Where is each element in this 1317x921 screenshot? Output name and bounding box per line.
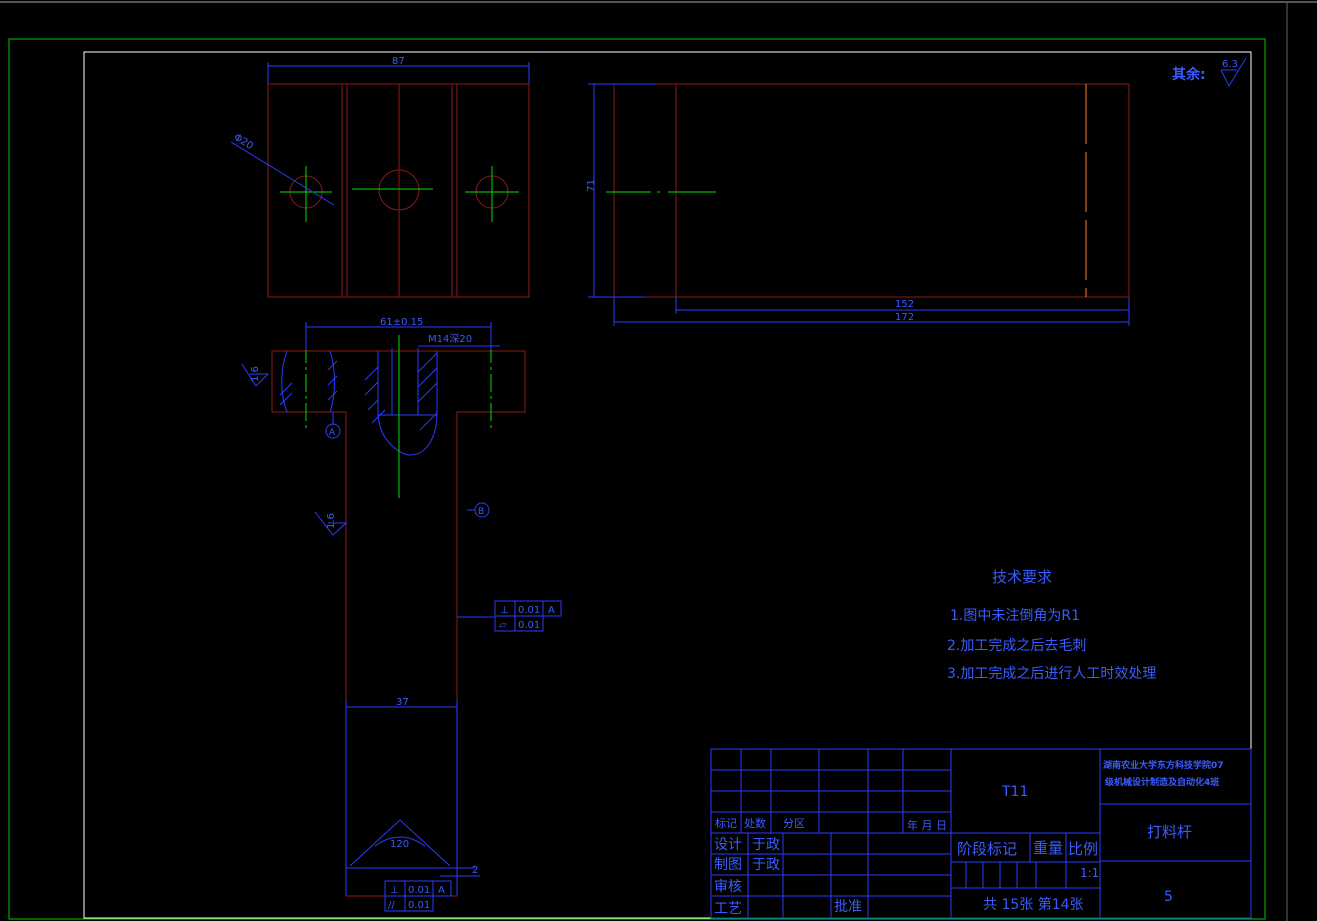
dim-len-172: 172 [895,312,914,323]
datum-b-symbol: B [474,502,490,518]
gdt1-row2-sym: ▱ [499,620,507,631]
tb-review-label: 审核 [714,879,742,895]
tech-req-item-3: 3.加工完成之后进行人工时效处理 [947,666,1156,682]
tb-sheets: 共 15张 第14张 [983,896,1084,913]
side-view [613,83,1130,298]
front-view-centerlines [305,335,492,498]
tb-code: T11 [1001,784,1028,800]
tb-part-name: 打料杆 [1147,823,1192,841]
gdt2-row2-val: 0.01 [408,900,430,911]
gdt2-row1-ref: A [438,885,445,896]
dim-len-152: 152 [895,299,914,310]
tb-weight-label: 重量 [1033,839,1063,857]
tb-header-date: 年 月 日 [907,818,947,832]
cad-drawing-canvas: 87 Φ20 71 152 172 61±0.15 M14深20 37 120 … [0,1,1317,921]
gdt1-row1-ref: A [548,605,555,616]
tb-scale-label: 比例 [1068,840,1098,858]
outer-border [8,38,1266,920]
tb-school-line1: 湖南农业大学东方科技学院07 [1103,759,1224,771]
tb-scale-value: 1:1 [1080,866,1099,880]
tb-design-label: 设计 [714,837,742,853]
tb-sheet-no: 5 [1164,889,1173,905]
dim-thread: M14深20 [428,333,472,345]
tb-header-count: 处数 [744,817,766,830]
tb-draw-label: 制图 [714,857,742,873]
roughness-value-2: 1.6 [326,513,337,529]
tb-approve-label: 批准 [834,899,862,915]
svg-text:B: B [478,507,484,517]
drawing-frame [83,51,1252,919]
dim-61: 61±0.15 [380,317,423,328]
gdt1-row1-val: 0.01 [518,605,540,616]
roughness-note-label: 其余: [1172,66,1206,83]
gdt2-row1-val: 0.01 [408,885,430,896]
roughness-value-1: 1.6 [250,366,261,382]
dim-angle-120: 120 [390,839,409,850]
tb-stage-label: 阶段标记 [957,840,1017,858]
dim-height: 71 [586,179,597,192]
roughness-note-value: 6.3 [1222,59,1238,70]
side-view-dimensions [588,83,1130,326]
front-view-dimensions [305,322,500,896]
gdt2-row2-sym: // [388,900,395,911]
tb-design-name: 于政 [752,837,780,853]
dim-top-width: 87 [392,56,405,67]
tech-req-title: 技术要求 [992,568,1052,586]
gdt2-row1-sym: ⊥ [390,885,399,896]
top-view [267,83,530,298]
tb-draw-name: 于政 [752,857,780,873]
datum-a-symbol: A [325,423,341,439]
tb-header-mark: 标记 [715,816,737,830]
tech-req-item-1: 1.图中未注倒角为R1 [950,608,1080,624]
dim-2: 2 [472,865,478,876]
gdt1-row1-sym: ⊥ [500,605,509,616]
tb-header-zone: 分区 [783,817,805,830]
tb-school-line2: 级机械设计制造及自动化4班 [1104,776,1219,788]
tb-process-label: 工艺 [714,901,742,917]
front-view-hatch [279,348,438,456]
svg-text:A: A [329,428,336,438]
gdt1-row2-val: 0.01 [518,620,540,631]
dim-37: 37 [396,697,409,708]
tech-req-item-2: 2.加工完成之后去毛刺 [947,638,1086,654]
